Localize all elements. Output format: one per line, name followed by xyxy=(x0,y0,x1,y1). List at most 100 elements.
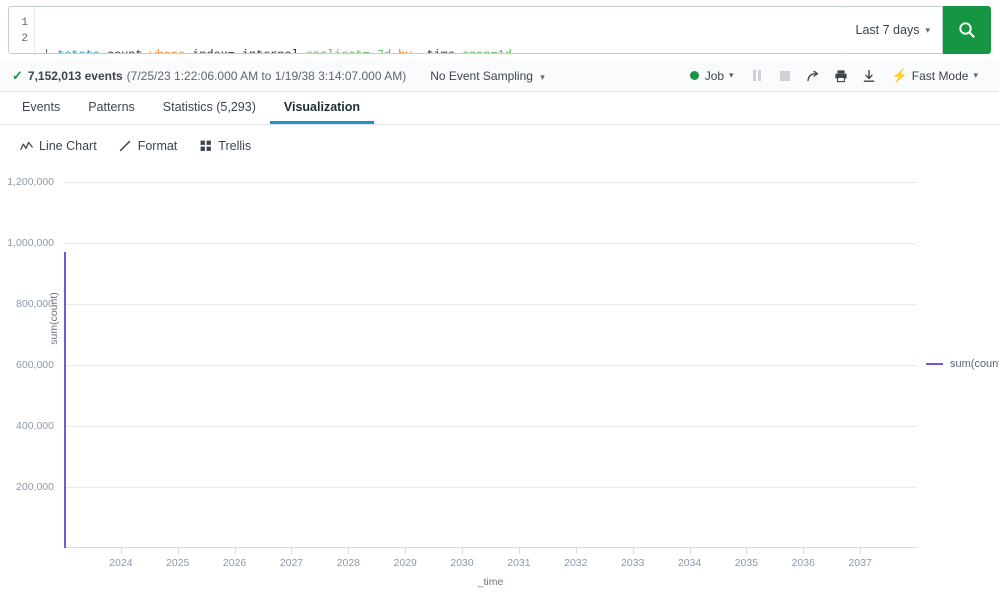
x-axis-tick-label: 2028 xyxy=(336,557,361,569)
x-axis-tick-mark xyxy=(860,548,862,554)
chart-plot-area[interactable]: sum(count) 1,200,000 1,000,000 800,000 600,… xyxy=(7,176,917,569)
print-button[interactable] xyxy=(827,63,855,89)
keyword-where: where xyxy=(150,48,186,53)
x-axis-tick-mark xyxy=(462,548,464,554)
tab-statistics[interactable]: Statistics (5,293) xyxy=(149,92,270,124)
results-tab-bar: Events Patterns Statistics (5,293) Visua… xyxy=(0,92,999,125)
y-gridline xyxy=(64,487,917,488)
x-axis-title: _time xyxy=(477,576,504,588)
grid-icon xyxy=(199,140,212,153)
trellis-label: Trellis xyxy=(218,139,252,153)
x-axis-tick-mark xyxy=(689,548,691,554)
event-count: 7,152,013 events xyxy=(27,68,123,83)
search-icon xyxy=(959,22,975,38)
search-bar-row: 1 2 | tstats count where index=_internal… xyxy=(0,0,999,60)
time-range-label: Last 7 days xyxy=(855,23,920,37)
chart-type-button[interactable]: Line Chart xyxy=(20,139,97,153)
y-axis-tick-label: 600,000 xyxy=(16,359,54,371)
x-axis-tick-mark xyxy=(120,548,122,554)
run-search-button[interactable] xyxy=(943,6,991,54)
x-axis-tick-mark xyxy=(405,548,407,554)
visualization-toolbar: Line Chart Format Trellis xyxy=(0,125,999,167)
share-button[interactable] xyxy=(799,63,827,89)
chart-type-label: Line Chart xyxy=(39,139,97,153)
x-axis-tick-mark xyxy=(575,548,577,554)
search-mode-dropdown[interactable]: ⚡ Fast Mode ▾ xyxy=(883,68,987,84)
time-range-picker[interactable]: Last 7 days ▾ xyxy=(843,6,943,54)
x-axis-tick-label: 2033 xyxy=(620,557,645,569)
keyword-span-1: span=1d xyxy=(462,48,512,53)
chart-series-line[interactable] xyxy=(64,252,66,548)
y-gridline xyxy=(64,243,917,244)
x-axis-tick-label: 2035 xyxy=(734,557,759,569)
x-axis-tick-label: 2029 xyxy=(393,557,417,569)
y-axis-tick-label: 1,000,000 xyxy=(7,237,54,249)
chevron-down-icon: ▾ xyxy=(540,71,545,82)
x-axis-tick-mark xyxy=(177,548,179,554)
line-number-2: 2 xyxy=(21,33,28,45)
event-sampling-label: No Event Sampling xyxy=(430,68,533,83)
arg-index: index=_internal xyxy=(192,48,299,53)
tab-events-label: Events xyxy=(22,99,61,114)
keyword-by: by xyxy=(398,48,412,53)
pause-button[interactable] xyxy=(743,63,771,89)
y-gridline xyxy=(64,426,917,427)
job-complete-check-icon: ✓ xyxy=(12,67,23,83)
chart-legend[interactable]: sum(count) xyxy=(926,358,999,370)
line-chart-icon xyxy=(20,140,33,153)
x-axis-tick-mark xyxy=(803,548,805,554)
x-axis-tick-label: 2031 xyxy=(507,557,531,569)
x-axis-tick-mark xyxy=(234,548,236,554)
tab-patterns-label: Patterns xyxy=(88,99,135,114)
pause-icon xyxy=(752,70,761,81)
x-axis-tick-mark xyxy=(291,548,293,554)
x-axis-tick-mark xyxy=(632,548,634,554)
tab-visualization[interactable]: Visualization xyxy=(269,92,375,124)
x-axis-tick-label: 2034 xyxy=(677,557,702,569)
chevron-down-icon: ▾ xyxy=(729,70,734,80)
tab-events[interactable]: Events xyxy=(8,92,74,124)
y-axis-tick-label: 800,000 xyxy=(16,298,54,310)
query-text[interactable]: | tstats count where index=_internal ear… xyxy=(35,7,844,53)
line-number-gutter: 1 2 xyxy=(9,7,35,53)
x-axis-tick-label: 2036 xyxy=(791,557,815,569)
trellis-button[interactable]: Trellis xyxy=(199,139,251,153)
pencil-icon xyxy=(119,140,132,153)
job-menu-button[interactable]: Job ▾ xyxy=(681,69,743,83)
visualization-chart: sum(count) 1,200,000 1,000,000 800,000 600,… xyxy=(0,167,999,605)
share-icon xyxy=(806,70,818,81)
spl-query-editor[interactable]: 1 2 | tstats count where index=_internal… xyxy=(8,6,845,54)
legend-label: sum(count) xyxy=(950,358,999,370)
x-axis-tick-label: 2030 xyxy=(450,557,474,569)
keyword-earliest: earliest=-7d xyxy=(306,48,391,53)
y-gridline xyxy=(64,182,917,183)
export-button[interactable] xyxy=(855,63,883,89)
download-icon xyxy=(863,69,874,82)
splunk-search-page: 1 2 | tstats count where index=_internal… xyxy=(0,0,999,605)
chevron-down-icon: ▾ xyxy=(925,24,930,35)
y-axis-tick-label: 200,000 xyxy=(16,481,54,493)
arg-time: _time xyxy=(419,48,455,53)
line-number-1: 1 xyxy=(21,17,28,29)
lightning-bolt-icon: ⚡ xyxy=(891,67,908,83)
tab-visualization-label: Visualization xyxy=(283,99,361,114)
query-line-1: | tstats count where index=_internal ear… xyxy=(43,47,844,53)
x-axis-tick-label: 2032 xyxy=(564,557,588,569)
x-axis-line xyxy=(64,547,917,548)
stop-button[interactable] xyxy=(771,63,799,89)
x-axis-tick-label: 2027 xyxy=(279,557,304,569)
search-mode-label: Fast Mode xyxy=(911,68,969,83)
event-sampling-dropdown[interactable]: No Event Sampling ▾ xyxy=(430,69,545,83)
y-gridline xyxy=(64,304,917,305)
x-axis-tick-label: 2025 xyxy=(166,557,190,569)
legend-color-swatch xyxy=(926,363,943,365)
tab-statistics-label: Statistics (5,293) xyxy=(162,99,256,114)
chevron-down-icon: ▾ xyxy=(973,70,978,80)
format-button[interactable]: Format xyxy=(119,139,177,153)
job-status-dot-icon xyxy=(689,71,699,80)
pipe-token: | xyxy=(43,48,50,53)
x-axis-tick-label: 2037 xyxy=(848,557,872,569)
command-token-tstats: tstats xyxy=(57,48,100,53)
tab-patterns[interactable]: Patterns xyxy=(74,92,149,124)
stop-icon xyxy=(779,70,790,81)
